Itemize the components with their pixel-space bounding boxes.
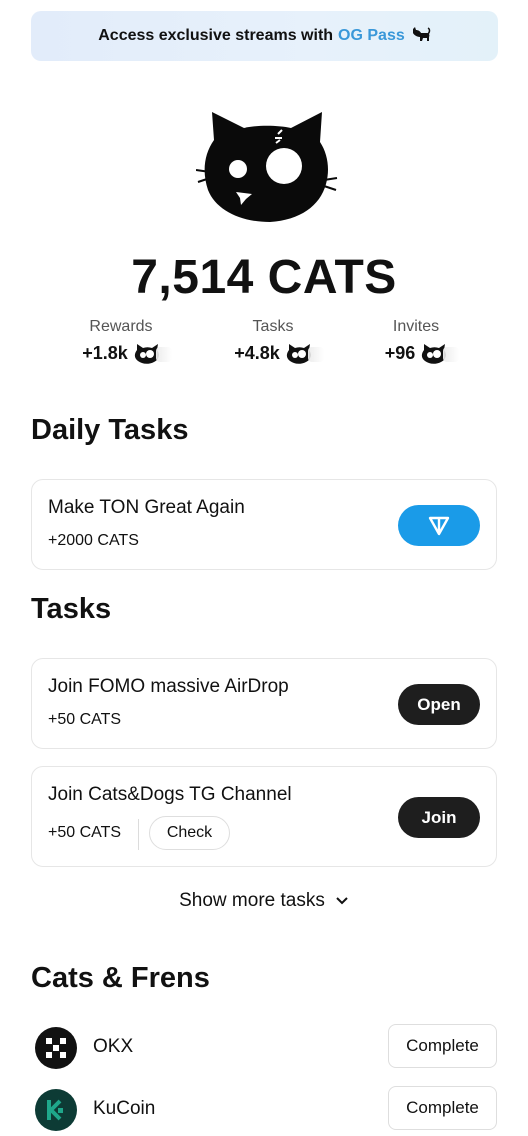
- stat-value: +1.8k: [82, 343, 128, 363]
- ton-icon: [428, 516, 450, 535]
- cats-balance: 7,514 CATS: [131, 251, 397, 304]
- ton-task-button[interactable]: [398, 505, 480, 546]
- chevron-down-icon: [336, 897, 348, 905]
- fren-name: KuCoin: [93, 1098, 156, 1119]
- check-button[interactable]: Check: [149, 816, 230, 850]
- stat-value: +4.8k: [234, 343, 280, 363]
- task-card-fomo: Join FOMO massive AirDrop +50 CATS Open: [31, 658, 497, 749]
- complete-button[interactable]: Complete: [388, 1024, 497, 1068]
- stat-invites: Invites +96: [346, 318, 486, 364]
- okx-logo-icon: [35, 1027, 77, 1069]
- divider: [138, 819, 139, 850]
- stat-value: +96: [384, 343, 416, 363]
- cats-frens-title: Cats & Frens: [31, 962, 210, 994]
- cat-logo-icon: [195, 110, 338, 228]
- tasks-title: Tasks: [31, 593, 112, 625]
- task-title: Join Cats&Dogs TG Channel: [48, 784, 292, 805]
- stat-label: Tasks: [252, 318, 294, 335]
- stat-rewards: Rewards +1.8k: [51, 318, 191, 364]
- task-reward: +2000 CATS: [48, 532, 139, 549]
- task-title: Join FOMO massive AirDrop: [48, 676, 289, 697]
- kucoin-logo-icon: [35, 1089, 77, 1131]
- og-pass-banner[interactable]: Access exclusive streams with OG Pass: [31, 11, 498, 61]
- cat-coin-icon: [134, 343, 172, 364]
- fren-name: OKX: [93, 1036, 134, 1057]
- fren-row-okx: OKX Complete: [31, 1024, 497, 1070]
- task-title: Make TON Great Again: [48, 497, 245, 518]
- daily-task-card: Make TON Great Again +2000 CATS: [31, 479, 497, 570]
- stats-row: Rewards +1.8k Tasks +4.8k Invites +96: [0, 318, 528, 378]
- open-button[interactable]: Open: [398, 684, 480, 725]
- task-reward: +50 CATS: [48, 824, 122, 841]
- daily-tasks-title: Daily Tasks: [31, 414, 189, 446]
- og-pass-link[interactable]: OG Pass: [338, 27, 405, 45]
- stat-label: Invites: [392, 318, 440, 335]
- banner-text: Access exclusive streams with: [98, 27, 334, 44]
- task-card-catsdogs: Join Cats&Dogs TG Channel +50 CATS Check…: [31, 766, 497, 867]
- cat-coin-icon: [421, 343, 460, 364]
- task-reward: +50 CATS: [48, 711, 122, 728]
- stat-tasks: Tasks +4.8k: [203, 318, 343, 364]
- complete-button[interactable]: Complete: [388, 1086, 497, 1130]
- fren-row-kucoin: KuCoin Complete: [31, 1086, 497, 1132]
- black-cat-icon: [411, 26, 431, 46]
- stat-label: Rewards: [89, 318, 153, 335]
- show-more-tasks-button[interactable]: Show more tasks: [0, 890, 528, 912]
- cat-coin-icon: [286, 343, 324, 364]
- show-more-label: Show more tasks: [179, 890, 325, 911]
- join-button[interactable]: Join: [398, 797, 480, 838]
